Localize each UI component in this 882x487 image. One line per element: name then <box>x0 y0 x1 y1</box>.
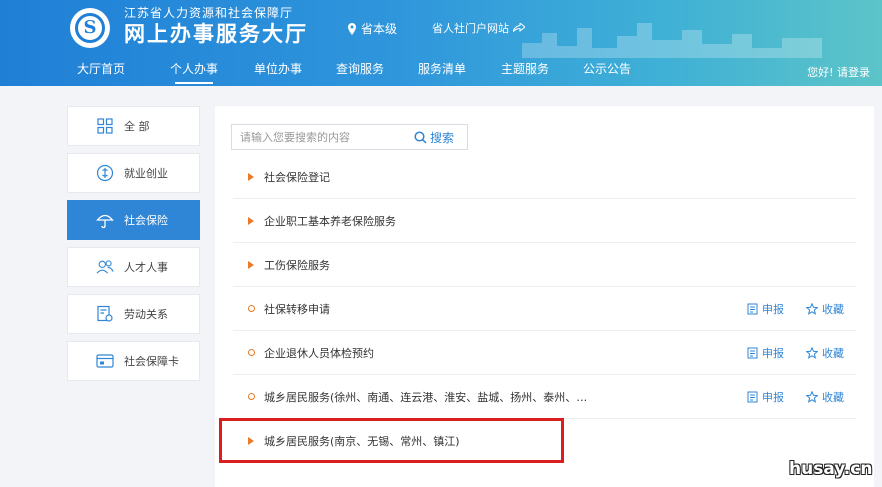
star-icon <box>806 347 818 359</box>
share-arrow-icon <box>513 23 525 33</box>
expand-triangle-icon <box>244 260 258 269</box>
document-icon <box>96 305 114 323</box>
card-icon <box>96 352 114 370</box>
apply-button[interactable]: 申报 <box>747 301 784 317</box>
service-label: 工伤保险服务 <box>264 258 330 272</box>
form-icon <box>747 303 758 315</box>
bullet-ring-icon <box>244 393 258 400</box>
watermark: husay.cn <box>789 459 873 479</box>
search-icon <box>414 130 427 144</box>
sidebar-item-labor[interactable]: 劳动关系 <box>67 294 200 334</box>
favorite-button[interactable]: 收藏 <box>806 345 844 361</box>
service-row[interactable]: 企业职工基本养老保险服务 <box>233 199 856 243</box>
people-icon <box>96 258 114 276</box>
site-title: 网上办事服务大厅 <box>124 22 308 46</box>
sidebar-item-label: 劳动关系 <box>124 308 168 321</box>
employment-icon <box>96 164 114 182</box>
nav-notice[interactable]: 公示公告 <box>583 58 631 86</box>
service-row[interactable]: 企业退休人员体检预约 申报 收藏 <box>233 331 856 375</box>
form-icon <box>747 347 758 359</box>
logo[interactable]: S <box>70 8 110 48</box>
service-label: 城乡居民服务(南京、无锡、常州、镇江) <box>264 435 460 448</box>
sidebar-item-label: 全 部 <box>124 120 150 133</box>
favorite-button[interactable]: 收藏 <box>806 389 844 405</box>
service-label: 企业职工基本养老保险服务 <box>264 214 396 228</box>
sidebar-item-label: 人才人事 <box>124 261 168 274</box>
sidebar-item-label: 社会保险 <box>124 214 168 227</box>
bullet-ring-icon <box>244 305 258 312</box>
sidebar-item-all[interactable]: 全 部 <box>67 106 200 146</box>
nav-theme[interactable]: 主题服务 <box>501 58 549 86</box>
level-label: 省本级 <box>361 22 398 36</box>
apply-label: 申报 <box>762 347 784 360</box>
expand-triangle-icon <box>244 172 258 181</box>
login-link[interactable]: 您好! 请登录 <box>807 64 870 80</box>
logo-mark-icon: S <box>75 13 105 43</box>
search-button-label: 搜索 <box>430 130 455 145</box>
sidebar-item-employment[interactable]: 就业创业 <box>67 153 200 193</box>
sidebar-item-label: 社会保障卡 <box>124 355 179 368</box>
service-row[interactable]: 工伤保险服务 <box>233 243 856 287</box>
favorite-label: 收藏 <box>822 391 844 404</box>
main-nav: 大厅首页 个人办事 单位办事 查询服务 服务清单 主题服务 公示公告 <box>0 58 882 86</box>
sidebar-item-ss-card[interactable]: 社会保障卡 <box>67 341 200 381</box>
favorite-button[interactable]: 收藏 <box>806 301 844 317</box>
nav-company[interactable]: 单位办事 <box>254 58 302 86</box>
service-label: 城乡居民服务(徐州、南通、连云港、淮安、盐城、扬州、泰州、… <box>264 390 588 404</box>
portal-link[interactable]: 省人社门户网站 <box>432 20 525 36</box>
star-icon <box>806 303 818 315</box>
search-input[interactable] <box>232 125 402 149</box>
bullet-ring-icon <box>244 349 258 356</box>
location-pin-icon <box>348 22 356 35</box>
sidebar-item-label: 就业创业 <box>124 167 168 180</box>
service-row[interactable]: 社保转移申请 申报 收藏 <box>233 287 856 331</box>
nav-home[interactable]: 大厅首页 <box>77 58 125 86</box>
skyline-decoration <box>522 23 822 58</box>
nav-service-list[interactable]: 服务清单 <box>418 58 466 86</box>
expand-triangle-icon <box>244 437 258 445</box>
search-button[interactable]: 搜索 <box>414 129 454 146</box>
apply-button[interactable]: 申报 <box>747 345 784 361</box>
form-icon <box>747 391 758 403</box>
nav-query[interactable]: 查询服务 <box>336 58 384 86</box>
service-row[interactable]: 城乡居民服务(徐州、南通、连云港、淮安、盐城、扬州、泰州、… 申报 收藏 <box>233 375 856 419</box>
sidebar-item-social-insurance[interactable]: 社会保险 <box>67 200 200 240</box>
apply-label: 申报 <box>762 391 784 404</box>
search-box: 搜索 <box>231 124 468 150</box>
level-selector[interactable]: 省本级 <box>347 20 397 37</box>
service-row[interactable]: 城乡居民服务(南京、无锡、常州、镇江) <box>233 419 856 463</box>
service-row[interactable]: 社会保险登记 <box>233 155 856 199</box>
nav-personal[interactable]: 个人办事 <box>170 58 218 86</box>
star-icon <box>806 391 818 403</box>
favorite-label: 收藏 <box>822 347 844 360</box>
apply-label: 申报 <box>762 303 784 316</box>
grid-icon <box>96 117 114 135</box>
expand-triangle-icon <box>244 216 258 225</box>
favorite-label: 收藏 <box>822 303 844 316</box>
umbrella-icon <box>96 211 114 229</box>
portal-link-label: 省人社门户网站 <box>432 22 509 35</box>
apply-button[interactable]: 申报 <box>747 389 784 405</box>
service-label: 社会保险登记 <box>264 170 330 184</box>
sidebar-item-talent[interactable]: 人才人事 <box>67 247 200 287</box>
header-banner: S 江苏省人力资源和社会保障厅 网上办事服务大厅 省本级 省人社门户网站 大厅首… <box>0 0 882 86</box>
